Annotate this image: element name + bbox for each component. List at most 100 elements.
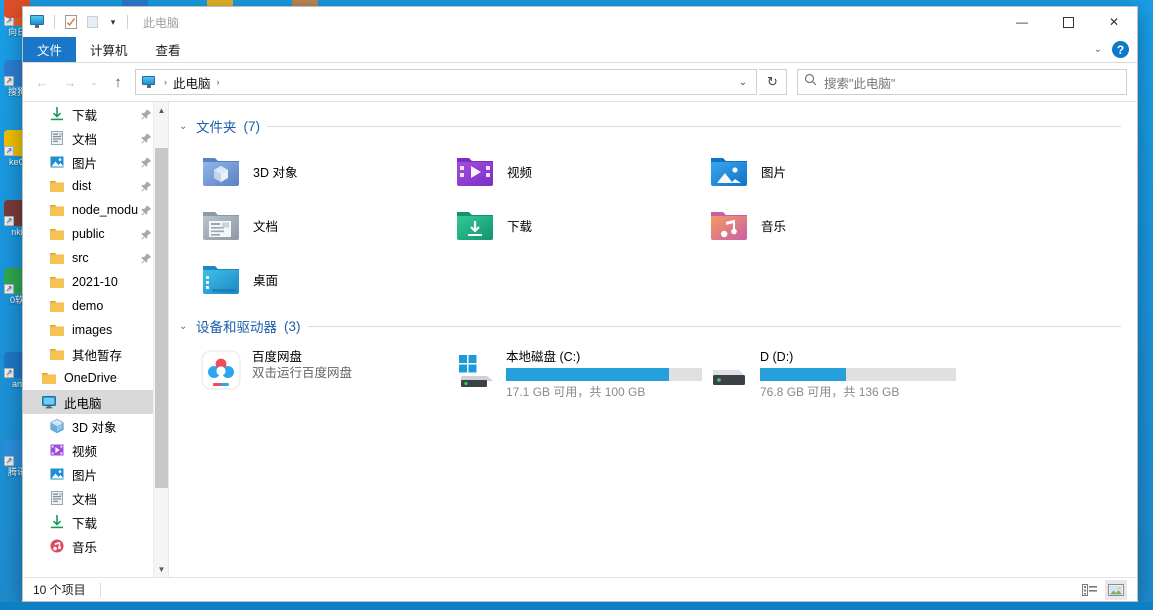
scroll-up-icon[interactable]: ▲ xyxy=(154,102,168,118)
sidebar-item-label: 文档 xyxy=(72,492,98,507)
pin-icon[interactable] xyxy=(141,205,152,216)
help-button[interactable]: ? xyxy=(1112,41,1129,58)
tab-computer[interactable]: 计算机 xyxy=(76,37,142,62)
documents-icon xyxy=(49,130,65,146)
sidebar-item-其他暂存[interactable]: 其他暂存 xyxy=(23,342,168,366)
sidebar-item-图片[interactable]: 图片 xyxy=(23,150,168,174)
folder-label: 3D 对象 xyxy=(253,165,298,180)
sidebar-item-文档[interactable]: 文档 xyxy=(23,486,168,510)
folder-tile[interactable]: 桌面 xyxy=(179,252,433,306)
folder-tile[interactable]: 下载 xyxy=(433,198,687,252)
sidebar-item-label: 下载 xyxy=(72,516,98,531)
capacity-bar xyxy=(760,368,956,381)
address-dropdown-icon[interactable]: ⌄ xyxy=(732,70,754,94)
tab-view[interactable]: 查看 xyxy=(142,37,195,62)
folder-grid: 3D 对象 视频 图片文档 下载 音乐桌面 xyxy=(179,144,1137,306)
sidebar-item-demo[interactable]: demo xyxy=(23,294,168,318)
sidebar-item-src[interactable]: src xyxy=(23,246,168,270)
sidebar-item-此电脑[interactable]: 此电脑 xyxy=(23,390,168,414)
group-header-folders[interactable]: ⌄ 文件夹 (7) xyxy=(179,116,1137,136)
sidebar-item-label: 其他暂存 xyxy=(72,348,123,363)
breadcrumb-item-this-pc[interactable]: 此电脑 xyxy=(173,73,211,92)
tab-file[interactable]: 文件 xyxy=(23,37,77,62)
up-button[interactable]: ↑ xyxy=(105,69,131,95)
properties-icon[interactable] xyxy=(62,13,80,31)
forward-button[interactable]: → xyxy=(57,69,83,95)
pin-icon[interactable] xyxy=(141,109,152,120)
maximize-button[interactable] xyxy=(1045,7,1091,37)
large-icons-view-button[interactable] xyxy=(1105,579,1127,600)
sidebar-item-下载[interactable]: 下载 xyxy=(23,102,168,126)
shortcut-arrow-icon: ↗ xyxy=(4,284,14,294)
folder-tile[interactable]: 音乐 xyxy=(687,198,941,252)
device-name: 本地磁盘 (C:) xyxy=(506,350,581,364)
pin-icon[interactable] xyxy=(141,133,152,144)
sidebar-item-下载[interactable]: 下载 xyxy=(23,510,168,534)
folder-label: 下载 xyxy=(507,219,533,234)
sidebar-item-2021-10[interactable]: 2021-10 xyxy=(23,270,168,294)
sidebar-item-音乐[interactable]: 音乐 xyxy=(23,534,168,558)
refresh-button[interactable]: ↻ xyxy=(759,69,787,95)
device-meta: 百度网盘 双击运行百度网盘 xyxy=(252,344,352,381)
sidebar-item-label: 此电脑 xyxy=(64,396,102,411)
folder-icon xyxy=(49,298,65,314)
folder-downloads xyxy=(455,208,495,242)
folder-label: 视频 xyxy=(507,165,533,180)
recent-locations-icon[interactable]: ⌄ xyxy=(85,69,103,95)
details-view-button[interactable] xyxy=(1079,580,1101,600)
device-tile[interactable]: 百度网盘 双击运行百度网盘 xyxy=(179,344,433,400)
sidebar-item-images[interactable]: images xyxy=(23,318,168,342)
folder-videos xyxy=(455,154,495,188)
sidebar-item-OneDrive[interactable]: OneDrive xyxy=(23,366,168,390)
navigation-scrollbar[interactable]: ▲ ▼ xyxy=(153,102,168,577)
group-title: 文件夹 xyxy=(196,120,237,135)
navigation-list: 下载 文档 图片 dist node_modu public src 2021-10 demo i… xyxy=(23,102,168,558)
chevron-down-icon[interactable]: ▾ xyxy=(106,17,120,28)
sidebar-item-node_modu[interactable]: node_modu xyxy=(23,198,168,222)
scroll-down-icon[interactable]: ▼ xyxy=(154,561,168,577)
sidebar-item-文档[interactable]: 文档 xyxy=(23,126,168,150)
folder-label: 音乐 xyxy=(761,219,787,234)
pin-icon[interactable] xyxy=(141,253,152,264)
collapse-ribbon-icon[interactable]: ⌄ xyxy=(1090,44,1106,55)
device-subtitle: 双击运行百度网盘 xyxy=(252,366,353,380)
sidebar-item-label: 图片 xyxy=(72,156,98,171)
device-tile[interactable]: D (D:) 76.8 GB 可用，共 136 GB xyxy=(687,344,956,400)
device-grid: 百度网盘 双击运行百度网盘 本地磁盘 (C:) 17.1 GB 可用，共 100 GB… xyxy=(179,344,1137,400)
sidebar-item-label: 2021-10 xyxy=(72,275,118,289)
close-button[interactable]: ✕ xyxy=(1091,7,1137,37)
group-count: (3) xyxy=(284,318,301,334)
folder-music xyxy=(709,208,749,242)
sidebar-item-label: images xyxy=(72,323,113,337)
sidebar-item-视频[interactable]: 视频 xyxy=(23,438,168,462)
pin-icon[interactable] xyxy=(141,157,152,168)
sidebar-item-3D 对象[interactable]: 3D 对象 xyxy=(23,414,168,438)
scrollbar-thumb[interactable] xyxy=(155,148,168,488)
sidebar-item-dist[interactable]: dist xyxy=(23,174,168,198)
minimize-button[interactable]: — xyxy=(999,7,1045,37)
new-folder-icon[interactable] xyxy=(84,13,102,31)
breadcrumb-separator[interactable]: › xyxy=(211,77,226,87)
sidebar-item-public[interactable]: public xyxy=(23,222,168,246)
folder-icon xyxy=(49,178,65,194)
pin-icon[interactable] xyxy=(141,229,152,240)
drive-icon xyxy=(709,350,749,390)
folder-tile[interactable]: 3D 对象 xyxy=(179,144,433,198)
search-box[interactable]: 搜索"此电脑" xyxy=(797,69,1127,95)
group-rule xyxy=(267,125,1121,127)
folder-tile[interactable]: 视频 xyxy=(433,144,687,198)
folder-tile[interactable]: 图片 xyxy=(687,144,941,198)
sidebar-item-label: 视频 xyxy=(72,444,98,459)
group-header-devices[interactable]: ⌄ 设备和驱动器 (3) xyxy=(179,316,1137,336)
sidebar-item-图片[interactable]: 图片 xyxy=(23,462,168,486)
back-button[interactable]: ← xyxy=(29,69,55,95)
chevron-down-icon[interactable]: ⌄ xyxy=(179,321,189,332)
address-bar[interactable]: › 此电脑 › ⌄ xyxy=(135,69,757,95)
taskbar xyxy=(0,602,1153,610)
chevron-down-icon[interactable]: ⌄ xyxy=(179,121,189,132)
folder-tile[interactable]: 文档 xyxy=(179,198,433,252)
view-toggle-group xyxy=(1079,579,1137,600)
pin-icon[interactable] xyxy=(141,181,152,192)
monitor-icon[interactable] xyxy=(29,13,47,31)
device-tile[interactable]: 本地磁盘 (C:) 17.1 GB 可用，共 100 GB xyxy=(433,344,702,400)
